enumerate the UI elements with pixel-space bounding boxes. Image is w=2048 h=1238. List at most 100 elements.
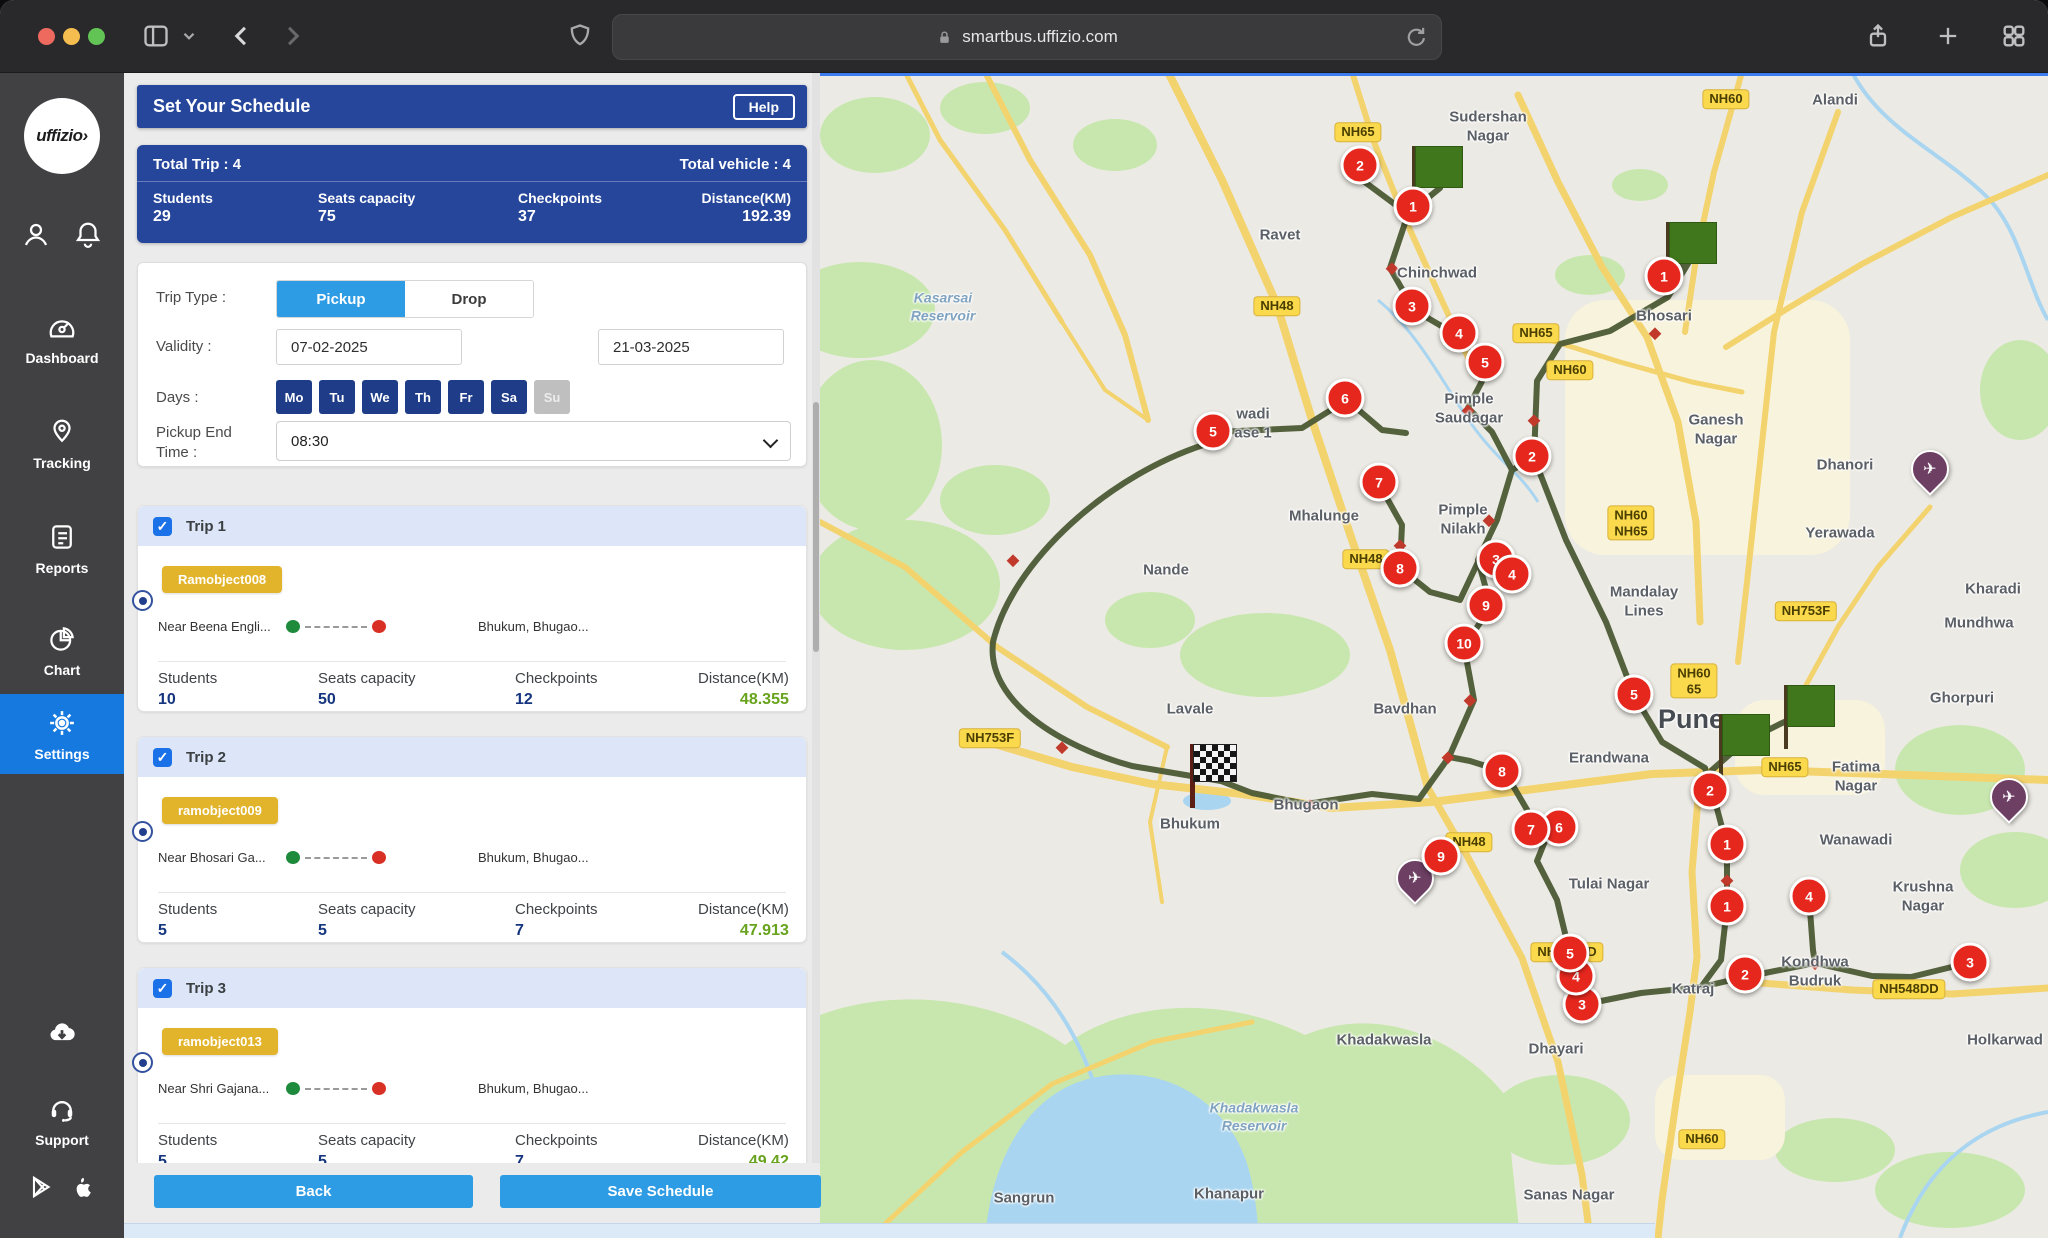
apple-icon[interactable] [70, 1174, 96, 1205]
checkpoint-marker-9[interactable]: 9 [1467, 586, 1506, 625]
help-button[interactable]: Help [733, 94, 795, 120]
checkpoint-marker-5[interactable]: 5 [1466, 343, 1505, 382]
save-schedule-button[interactable]: Save Schedule [500, 1175, 821, 1208]
place-label: Sangrun [994, 1190, 1055, 1209]
sidebar-item-support[interactable]: Support [0, 1094, 124, 1148]
checkpoint-marker-2[interactable]: 2 [1726, 955, 1765, 994]
privacy-shield-icon[interactable] [566, 22, 594, 50]
checkpoint-marker-5[interactable]: 5 [1615, 675, 1654, 714]
day-chip-fr[interactable]: Fr [448, 380, 484, 414]
drop-toggle[interactable]: Drop [405, 281, 533, 317]
validity-to-input[interactable]: 21-03-2025 [598, 329, 784, 365]
back-button[interactable] [228, 22, 256, 50]
day-chip-su[interactable]: Su [534, 380, 570, 414]
checkpoint-marker-8[interactable]: 8 [1381, 549, 1420, 588]
trip-1-vehicle-badge[interactable]: Ramobject008 [162, 566, 282, 593]
checkpoint-marker-1[interactable]: 1 [1708, 887, 1747, 926]
share-icon[interactable] [1864, 22, 1892, 50]
sidebar-item-reports[interactable]: Reports [0, 522, 124, 576]
pickup-toggle[interactable]: Pickup [277, 281, 405, 317]
checkpoint-marker-3[interactable]: 3 [1951, 943, 1990, 982]
trip-3-checkbox[interactable]: ✓ [153, 979, 172, 998]
checkpoint-marker-10[interactable]: 10 [1445, 624, 1484, 663]
checkpoint-marker-9[interactable]: 9 [1422, 837, 1461, 876]
checkpoints-label: Checkpoints [515, 901, 698, 918]
checkpoint-marker-3[interactable]: 3 [1393, 287, 1432, 326]
uffizio-logo[interactable]: uffizio› [24, 98, 100, 174]
summary-students-value: 29 [153, 208, 318, 226]
horizontal-scrollbar[interactable] [124, 1223, 1655, 1238]
day-chip-tu[interactable]: Tu [319, 380, 355, 414]
checkpoint-marker-5[interactable]: 5 [1551, 934, 1590, 973]
app-sidebar: uffizio› Dashboard Tracking Reports Char… [0, 72, 124, 1238]
pickup-end-time-value: 08:30 [291, 433, 329, 450]
trip-3-radio[interactable] [132, 1052, 153, 1073]
sidebar-item-label: Support [0, 1132, 124, 1148]
trip-2-vehicle-badge[interactable]: ramobject009 [162, 797, 278, 824]
place-label: Kondhwa Budruk [1781, 953, 1849, 991]
summary-distance-value: 192.39 [693, 208, 791, 226]
new-tab-icon[interactable] [1934, 22, 1962, 50]
app-download-button[interactable] [0, 1017, 124, 1052]
trip-2-checkbox[interactable]: ✓ [153, 748, 172, 767]
checkpoint-marker-1[interactable]: 1 [1645, 257, 1684, 296]
sidebar-item-settings[interactable]: Settings [0, 694, 124, 774]
sidebar-item-dashboard[interactable]: Dashboard [0, 312, 124, 366]
sidebar-item-tracking[interactable]: Tracking [0, 417, 124, 471]
day-chip-mo[interactable]: Mo [276, 380, 312, 414]
trip-3-vehicle-badge[interactable]: ramobject013 [162, 1028, 278, 1055]
map-canvas[interactable]: NH60NH65NH48NH65NH60NH60 NH65NH48NH753FN… [820, 72, 2048, 1238]
checkpoints-value: 7 [515, 922, 698, 940]
back-button-panel[interactable]: Back [154, 1175, 473, 1208]
checkpoint-marker-2[interactable]: 2 [1513, 437, 1552, 476]
forward-button[interactable] [278, 22, 306, 50]
schedule-scroll-area[interactable]: Set Your Schedule Help Total Trip : 4 To… [124, 72, 812, 1163]
minimize-window-button[interactable] [63, 28, 80, 45]
route-end-dot [372, 1082, 386, 1095]
students-value: 5 [158, 1153, 318, 1163]
logo-text: uffizio [36, 126, 82, 146]
trip-type-toggle: Pickup Drop [276, 280, 534, 318]
checkpoint-marker-6[interactable]: 6 [1326, 379, 1365, 418]
trip-1-checkbox[interactable]: ✓ [153, 517, 172, 536]
day-chip-we[interactable]: We [362, 380, 398, 414]
checkpoint-marker-7[interactable]: 7 [1360, 463, 1399, 502]
place-label: Mandalay Lines [1610, 583, 1678, 621]
sidebar-item-chart[interactable]: Chart [0, 624, 124, 678]
trip-2-title: Trip 2 [186, 749, 226, 766]
route-end-flag [1719, 714, 1771, 778]
sidebar-toggle-icon[interactable] [142, 22, 170, 50]
checkpoint-marker-2[interactable]: 2 [1341, 146, 1380, 185]
checkpoint-marker-4[interactable]: 4 [1493, 555, 1532, 594]
pickup-end-time-select[interactable]: 08:30 [276, 421, 791, 461]
user-icon[interactable] [21, 220, 51, 255]
validity-from-input[interactable]: 07-02-2025 [276, 329, 462, 365]
day-chip-th[interactable]: Th [405, 380, 441, 414]
trip-1-radio[interactable] [132, 590, 153, 611]
schedule-panel: Set Your Schedule Help Total Trip : 4 To… [124, 72, 820, 1238]
distance-label: Distance(KM) [698, 1132, 789, 1149]
checkpoint-marker-5[interactable]: 5 [1194, 412, 1233, 451]
checkpoint-marker-1[interactable]: 1 [1708, 825, 1747, 864]
checkpoint-marker-8[interactable]: 8 [1483, 752, 1522, 791]
reload-icon[interactable] [1403, 23, 1429, 54]
checkpoint-marker-4[interactable]: 4 [1790, 877, 1829, 916]
checkpoint-marker-2[interactable]: 2 [1691, 771, 1730, 810]
zoom-window-button[interactable] [88, 28, 105, 45]
sidebar-item-label: Chart [0, 662, 124, 678]
address-bar[interactable]: smartbus.uffizio.com [612, 14, 1442, 60]
google-play-icon[interactable] [28, 1174, 54, 1205]
sidebar-chevron-down-icon[interactable] [180, 27, 198, 45]
day-chip-sa[interactable]: Sa [491, 380, 527, 414]
trip-card-2: ✓ Trip 2 ramobject009 Near Bhosari Ga...… [137, 736, 807, 943]
checkpoint-marker-1[interactable]: 1 [1394, 187, 1433, 226]
sidebar-item-label: Dashboard [0, 350, 124, 366]
notifications-bell-icon[interactable] [73, 220, 103, 255]
trip-1-from: Near Beena Engli... [158, 619, 284, 634]
tab-overview-icon[interactable] [2000, 22, 2028, 50]
trip-2-radio[interactable] [132, 821, 153, 842]
close-window-button[interactable] [38, 28, 55, 45]
checkpoint-marker-7[interactable]: 7 [1512, 810, 1551, 849]
place-label: Bhosari [1636, 308, 1692, 327]
panel-scrollbar[interactable] [812, 72, 820, 1163]
